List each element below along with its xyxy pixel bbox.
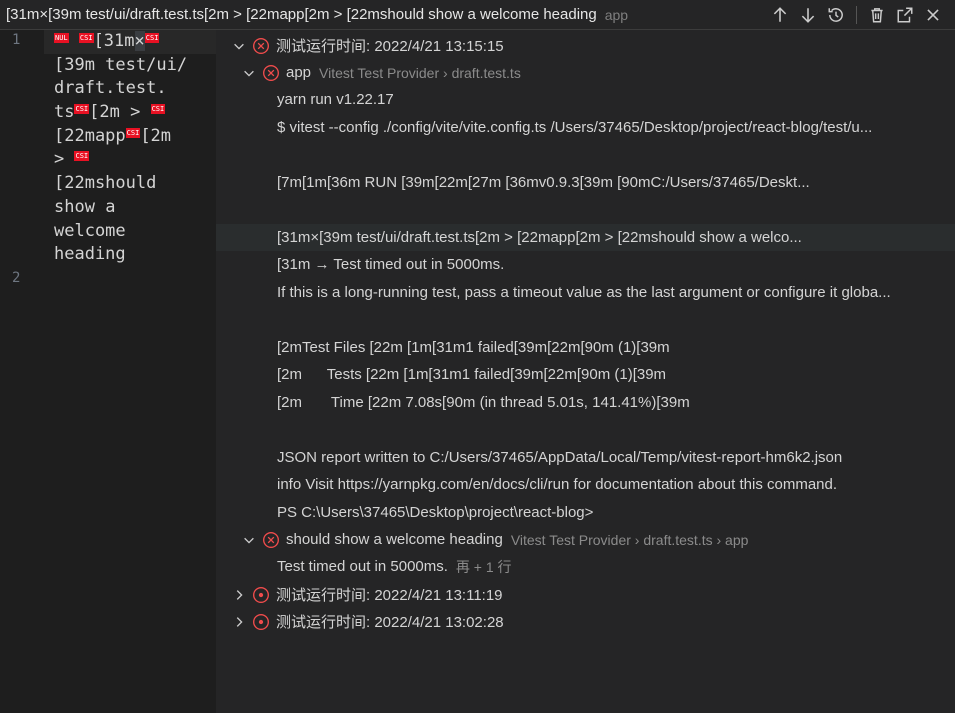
error-circle-icon [262, 64, 280, 82]
test-case-item[interactable]: should show a welcome heading Vitest Tes… [216, 526, 955, 553]
code-line: heading [54, 244, 126, 265]
code-content[interactable]: NUL CSI[31m×CSI [39m test/ui/ draft.test… [54, 30, 214, 267]
log-line: info Visit https://yarnpkg.com/en/docs/c… [216, 471, 955, 498]
control-char-csi: CSI [125, 127, 141, 138]
code-line: tsCSI[2m > CSI [54, 101, 214, 125]
code-text: [2m > [89, 102, 151, 123]
log-line: If this is a long-running test, pass a t… [216, 279, 955, 306]
title-actions [768, 2, 945, 28]
arrow-up-icon[interactable] [768, 3, 792, 27]
code-text: [2m [140, 125, 172, 146]
log-line: JSON report written to C:/Users/37465/Ap… [216, 444, 955, 471]
log-line: [31m×[39m test/ui/draft.test.ts[2m > [22… [216, 224, 955, 251]
code-line: [22mappCSI[2m [54, 125, 214, 149]
log-text: [31m → Test timed out in 5000ms. [277, 256, 505, 273]
test-run-label: 测试运行时间: 2022/4/21 13:02:28 [276, 614, 504, 631]
error-circle-icon [252, 37, 270, 55]
line-number-gutter: 1 2 [0, 30, 44, 713]
test-results-pane: 测试运行时间: 2022/4/21 13:15:15 app Vitest Te… [216, 30, 955, 713]
log-text: [2m Time [22m 7.08s[90m (in thread 5.01s… [277, 394, 690, 411]
test-run-label: 测试运行时间: 2022/4/21 13:15:15 [276, 38, 504, 55]
code-text: a [105, 196, 116, 217]
code-text: ts [54, 102, 75, 123]
peek-title: [31m×[39m test/ui/draft.test.ts[2m > [22… [6, 6, 597, 23]
test-suite-item[interactable]: app Vitest Test Provider › draft.test.ts [216, 59, 955, 86]
log-line: [31m → Test timed out in 5000ms. [216, 251, 955, 278]
code-line: NUL CSI[31m×CSI [54, 30, 214, 54]
pending-circle-icon [252, 586, 270, 604]
code-line: show a [54, 196, 214, 220]
test-run-label: 测试运行时间: 2022/4/21 13:11:19 [276, 587, 503, 604]
arrow-down-icon[interactable] [796, 3, 820, 27]
log-line: [2mTest Files [22m [1m[31m1 failed[39m[2… [216, 334, 955, 361]
log-line: [2m Time [22m 7.08s[90m (in thread 5.01s… [216, 389, 955, 416]
test-case-provider: Vitest Test Provider › draft.test.ts › a… [510, 531, 749, 548]
log-line: [2m Tests [22m [1m[31m1 failed[39m[22m[9… [216, 361, 955, 388]
toolbar-separator [856, 6, 857, 24]
suite-label: app [286, 64, 312, 81]
close-icon[interactable] [921, 3, 945, 27]
test-case-label: should show a welcome heading [286, 531, 503, 548]
test-run-item[interactable]: 测试运行时间: 2022/4/21 13:11:19 [216, 581, 955, 608]
code-line: [22mshould [54, 173, 157, 194]
log-text: PS C:\Users\37465\Desktop\project\react-… [277, 504, 594, 521]
code-line: draft.test. [54, 78, 167, 99]
more-lines-link[interactable]: 再 + 1 行 [456, 557, 512, 577]
test-run-item[interactable]: 测试运行时间: 2022/4/21 13:02:28 [216, 608, 955, 635]
chevron-down-icon[interactable] [242, 66, 256, 80]
log-line: [7m[1m[36m RUN [39m[22m[27m [36mv0.9.3[3… [216, 169, 955, 196]
control-char-nul: NUL [54, 33, 69, 43]
peek-subtitle: app [604, 6, 629, 23]
control-char-csi: CSI [150, 104, 166, 115]
editor-pane[interactable]: 1 2 NUL CSI[31m×CSI [39m test/ui/ draft.… [0, 30, 216, 713]
code-text: [22mapp [54, 125, 126, 146]
log-line: $ vitest --config ./config/vite/vite.con… [216, 114, 955, 141]
control-char-csi: CSI [144, 33, 160, 43]
line-number: 2 [12, 270, 21, 286]
log-text: [2m Tests [22m [1m[31m1 failed[39m[22m[9… [277, 366, 667, 383]
code-line: [39m test/ui/ [54, 54, 188, 75]
log-text: If this is a long-running test, pass a t… [277, 284, 891, 301]
test-run-item[interactable]: 测试运行时间: 2022/4/21 13:15:15 [216, 32, 955, 59]
chevron-right-icon[interactable] [232, 588, 246, 602]
code-line: welcome [54, 220, 126, 241]
title-bar: [31m×[39m test/ui/draft.test.ts[2m > [22… [0, 0, 955, 30]
chevron-right-icon[interactable] [232, 615, 246, 629]
code-text: > [54, 149, 75, 170]
trash-icon[interactable] [865, 3, 889, 27]
log-text: [2mTest Files [22m [1m[31m1 failed[39m[2… [277, 339, 670, 356]
error-circle-icon [262, 531, 280, 549]
log-text: yarn run v1.22.17 [277, 91, 394, 108]
open-external-icon[interactable] [893, 3, 917, 27]
control-char-csi: CSI [74, 104, 90, 115]
code-text: [31m [93, 31, 135, 51]
test-message: Test timed out in 5000ms. [277, 558, 448, 575]
chevron-down-icon[interactable] [232, 39, 246, 53]
control-char-csi: CSI [78, 33, 94, 43]
code-line: > CSI [54, 148, 214, 172]
log-text: $ vitest --config ./config/vite/vite.con… [277, 119, 873, 136]
test-message-row[interactable]: Test timed out in 5000ms. 再 + 1 行 [216, 553, 955, 580]
log-line: PS C:\Users\37465\Desktop\project\react-… [216, 499, 955, 526]
control-char-csi: CSI [74, 151, 90, 162]
log-text: [31m×[39m test/ui/draft.test.ts[2m > [22… [277, 229, 802, 246]
log-text: [7m[1m[36m RUN [39m[22m[27m [36mv0.9.3[3… [277, 174, 810, 191]
code-text: × [134, 31, 145, 51]
suite-provider: Vitest Test Provider › draft.test.ts [319, 64, 521, 81]
line-number: 1 [12, 32, 21, 48]
pending-circle-icon [252, 613, 270, 631]
chevron-down-icon[interactable] [242, 533, 256, 547]
history-icon[interactable] [824, 3, 848, 27]
code-text: show [54, 196, 95, 217]
log-line: yarn run v1.22.17 [216, 86, 955, 113]
log-text: info Visit https://yarnpkg.com/en/docs/c… [277, 476, 838, 493]
log-text: JSON report written to C:/Users/37465/Ap… [277, 449, 843, 466]
